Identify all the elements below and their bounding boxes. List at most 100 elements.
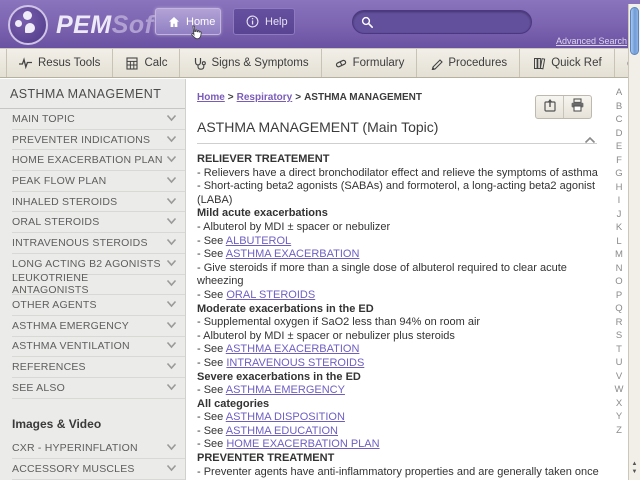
article-line: - See ASTHMA EXACERBATION	[197, 343, 601, 357]
content-link-asthma-education[interactable]: ASTHMA EDUCATION	[226, 425, 338, 437]
content-link-asthma-emergency[interactable]: ASTHMA EMERGENCY	[226, 384, 345, 396]
sidebar-item-asthma-emergency[interactable]: ASTHMA EMERGENCY	[12, 316, 185, 337]
collapse-section-button[interactable]	[584, 131, 596, 149]
sidebar-item-label: REFERENCES	[12, 361, 86, 374]
article-heading: All categories	[197, 397, 270, 410]
search-icon	[361, 15, 374, 29]
scrollbar-thumb[interactable]	[630, 7, 639, 55]
az-letter-i[interactable]: I	[618, 194, 621, 208]
see-prefix: - See	[197, 288, 227, 301]
sidebar-item-references[interactable]: REFERENCES	[12, 357, 185, 378]
content-link-intravenous-steroids[interactable]: INTRAVENOUS STEROIDS	[226, 357, 364, 369]
chevron-down-icon	[166, 442, 177, 454]
topic-sidebar: ASTHMA MANAGEMENT MAIN TOPIC PREVENTER IN…	[0, 79, 186, 480]
see-prefix: - See	[197, 248, 226, 261]
advanced-search-link[interactable]: Advanced Search	[556, 36, 627, 46]
sidebar-item-accessory-muscles[interactable]: ACCESSORY MUSCLES	[12, 459, 185, 480]
az-letter-y[interactable]: Y	[616, 410, 622, 424]
az-letter-b[interactable]: B	[616, 100, 622, 114]
see-prefix: - See	[197, 234, 226, 247]
sidebar-item-leukotriene-antagonists[interactable]: LEUKOTRIENE ANTAGONISTS	[12, 272, 185, 296]
pemsoft-logo[interactable]: PEMSoft	[8, 5, 162, 45]
chevron-down-icon	[166, 154, 177, 166]
az-letter-g[interactable]: G	[615, 167, 622, 181]
az-letter-v[interactable]: V	[616, 370, 622, 384]
sidebar-item-intravenous-steroids[interactable]: INTRAVENOUS STEROIDS	[12, 233, 185, 254]
sidebar-item-main-topic[interactable]: MAIN TOPIC	[12, 109, 185, 130]
az-letter-w[interactable]: W	[615, 383, 624, 397]
az-letter-l[interactable]: L	[616, 235, 621, 249]
az-letter-t[interactable]: T	[616, 343, 622, 357]
sidebar-item-cxr-hyperinflation[interactable]: CXR - HYPERINFLATION	[12, 439, 185, 460]
vertical-scrollbar[interactable]: ▲ ▼	[628, 4, 640, 480]
search-input[interactable]	[380, 15, 526, 29]
sidebar-item-asthma-ventilation[interactable]: ASTHMA VENTILATION	[12, 337, 185, 358]
article-heading: Severe exacerbations in the ED	[197, 370, 361, 383]
search-box[interactable]	[352, 10, 532, 34]
sidebar-item-inhaled-steroids[interactable]: INHALED STEROIDS	[12, 192, 185, 213]
content-link-asthma-disposition[interactable]: ASTHMA DISPOSITION	[226, 411, 345, 423]
az-letter-m[interactable]: M	[615, 248, 623, 262]
scroll-up-arrow-icon[interactable]: ▲	[629, 460, 640, 468]
export-button[interactable]	[536, 96, 563, 118]
article-line: - See HOME EXACERBATION PLAN	[197, 438, 601, 452]
sidebar-item-label: LONG ACTING B2 AGONISTS	[12, 257, 161, 270]
az-letter-j[interactable]: J	[617, 208, 622, 222]
toolbar-button-procedures[interactable]: Procedures	[417, 49, 521, 77]
az-letter-s[interactable]: S	[616, 329, 622, 343]
sidebar-item-oral-steroids[interactable]: ORAL STEROIDS	[12, 212, 185, 234]
article-heading: Mild acute exacerbations	[197, 207, 328, 220]
toolbar-button-signs-symptoms[interactable]: Signs & Symptoms	[180, 49, 322, 77]
breadcrumb: Home > Respiratory > ASTHMA MANAGEMENT	[197, 92, 422, 103]
breadcrumb-respiratory-link[interactable]: Respiratory	[237, 92, 293, 103]
toolbar-button-resus-tools[interactable]: Resus Tools	[6, 49, 114, 77]
content-link-asthma-exacerbation[interactable]: ASTHMA EXACERBATION	[226, 248, 360, 260]
az-letter-n[interactable]: N	[616, 262, 623, 276]
content-link-oral-steroids[interactable]: ORAL STEROIDS	[226, 289, 315, 301]
az-letter-c[interactable]: C	[616, 113, 623, 127]
sidebar-item-label: SEE ALSO	[12, 381, 65, 394]
sidebar-item-home-exacerbation-plan[interactable]: HOME EXACERBATION PLAN	[12, 150, 185, 172]
print-icon	[570, 97, 585, 117]
sidebar-item-see-also[interactable]: SEE ALSO	[12, 378, 185, 399]
pencil-icon	[429, 56, 443, 70]
chevron-down-icon	[166, 361, 177, 373]
az-letter-k[interactable]: K	[616, 221, 622, 235]
az-letter-p[interactable]: P	[616, 289, 622, 303]
sidebar-item-peak-flow-plan[interactable]: PEAK FLOW PLAN	[12, 171, 185, 192]
scroll-down-arrow-icon[interactable]: ▼	[629, 468, 640, 476]
document-action-bar	[535, 95, 592, 119]
az-letter-f[interactable]: F	[616, 154, 622, 168]
az-letter-o[interactable]: O	[615, 275, 622, 289]
az-letter-e[interactable]: E	[616, 140, 622, 154]
chevron-down-icon	[166, 340, 177, 352]
app-header: PEMSoft Home Help Advanced Search	[0, 0, 640, 49]
content-link-albuterol[interactable]: ALBUTEROL	[226, 235, 291, 247]
sidebar-item-label: PEAK FLOW PLAN	[12, 174, 107, 187]
az-letter-h[interactable]: H	[616, 181, 623, 195]
az-letter-a[interactable]: A	[616, 86, 622, 100]
article-line: - Give steroids if more than a single do…	[197, 261, 567, 288]
content-link-asthma-exacerbation[interactable]: ASTHMA EXACERBATION	[226, 343, 360, 355]
article-line: - Short-acting beta2 agonists (SABAs) an…	[197, 180, 596, 206]
az-letter-d[interactable]: D	[616, 127, 623, 141]
toolbar-button-quick-ref[interactable]: Quick Ref	[520, 49, 615, 77]
main-toolbar: Resus Tools Calc Signs & Symptoms Formulary…	[0, 48, 640, 78]
chevron-down-icon	[166, 216, 177, 228]
home-button[interactable]: Home	[155, 8, 221, 35]
az-letter-z[interactable]: Z	[616, 424, 622, 438]
sidebar-item-preventer-indications[interactable]: PREVENTER INDICATIONS	[12, 130, 185, 151]
az-letter-r[interactable]: R	[616, 316, 623, 330]
toolbar-button-formulary[interactable]: Formulary	[322, 49, 418, 77]
breadcrumb-home-link[interactable]: Home	[197, 92, 225, 103]
az-letter-x[interactable]: X	[616, 397, 622, 411]
help-button[interactable]: Help	[233, 8, 295, 35]
print-button[interactable]	[563, 96, 591, 118]
sidebar-item-other-agents[interactable]: OTHER AGENTS	[12, 295, 185, 316]
toolbar-button-calc[interactable]: Calc	[113, 49, 181, 77]
chevron-down-icon	[166, 113, 177, 125]
az-letter-q[interactable]: Q	[615, 302, 622, 316]
az-letter-u[interactable]: U	[616, 356, 623, 370]
content-link-home-exacerbation-plan[interactable]: HOME EXACERBATION PLAN	[226, 438, 379, 450]
books-icon	[532, 56, 546, 70]
